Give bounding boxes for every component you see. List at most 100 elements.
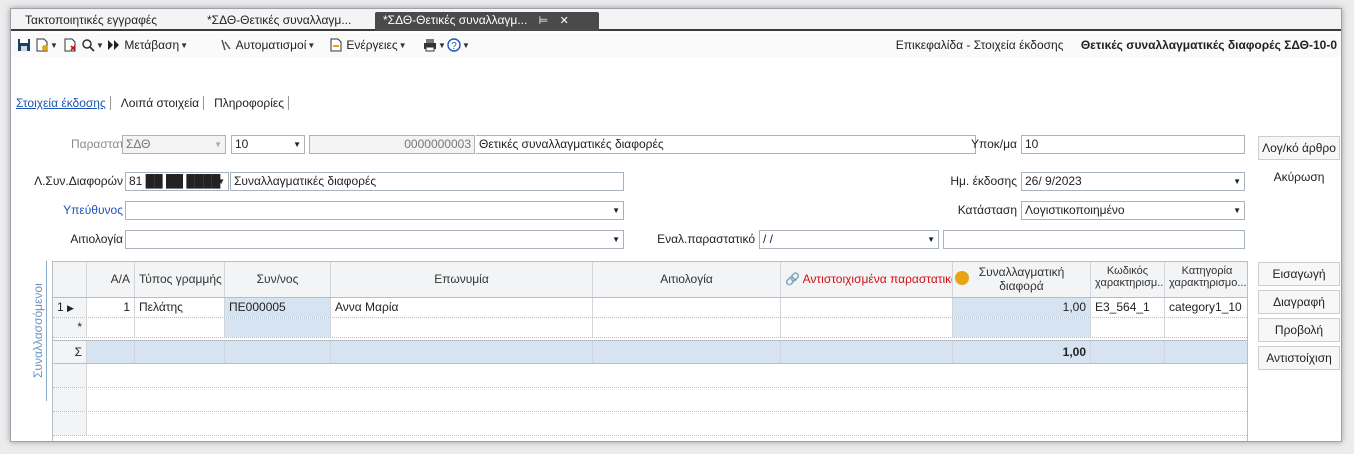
issue-date-field[interactable]: 26/ 9/2023 ▼ [1021, 172, 1245, 191]
pin-icon[interactable]: ⊨ [539, 15, 549, 27]
subtab-information[interactable]: Πληροφορίες [211, 96, 287, 110]
fx-account-label: Λ.Συν.Διαφορών [34, 174, 123, 188]
series-select[interactable]: 10 ▼ [231, 135, 305, 154]
cell-aa[interactable]: 1 [87, 298, 135, 317]
responsible-select[interactable]: ▼ [125, 201, 624, 220]
subtab-issue-details[interactable]: Στοιχεία έκδοσης [13, 96, 109, 110]
new-document-icon[interactable]: ▼ [35, 37, 58, 53]
cell-fx-diff[interactable]: 1,00 [953, 298, 1091, 317]
cell-partner[interactable]: ΠΕ000005 [225, 298, 331, 317]
branch-field[interactable]: 10 [1021, 135, 1245, 154]
header-row-num [53, 262, 87, 297]
fx-account-select[interactable]: 81 ██ ██ ████ ▼ [125, 172, 229, 191]
header-name[interactable]: Επωνυμία [331, 262, 593, 297]
new-cell-fx-diff[interactable] [953, 318, 1091, 337]
header-line-type[interactable]: Τύπος γραμμής [135, 262, 225, 297]
status-label: Κατάσταση [957, 203, 1017, 217]
new-cell-matched[interactable] [781, 318, 953, 337]
header-aa[interactable]: Α/Α [87, 262, 135, 297]
sum-marker: Σ [53, 341, 87, 363]
issue-date-value: 26/ 9/2023 [1025, 174, 1082, 188]
cell-code[interactable]: E3_564_1 [1091, 298, 1165, 317]
series-value: 10 [235, 137, 249, 151]
cell-category[interactable]: category1_10 [1165, 298, 1247, 317]
new-row-marker: * [53, 318, 87, 337]
cell-matched-docs[interactable] [781, 298, 953, 317]
new-cell-partner[interactable] [225, 318, 331, 337]
delete-button[interactable]: Διαγραφή [1258, 290, 1340, 314]
document-type-value: ΣΔΘ [126, 137, 151, 151]
partners-grid: Α/Α Τύπος γραμμής Συν/νος Επωνυμία Αιτιο… [52, 261, 1248, 441]
cell-name[interactable]: Αννα Μαρία [331, 298, 593, 317]
new-cell-reason[interactable] [593, 318, 781, 337]
insert-button[interactable]: Εισαγωγή [1258, 262, 1340, 286]
subtab-other-details[interactable]: Λοιπά στοιχεία [118, 96, 202, 110]
search-icon[interactable]: ▼ [81, 37, 104, 53]
alt-document-number[interactable] [943, 230, 1245, 249]
cell-reason[interactable] [593, 298, 781, 317]
sum-cell [225, 341, 331, 363]
empty-row [53, 388, 1247, 412]
new-cell-category[interactable] [1165, 318, 1247, 337]
view-button[interactable]: Προβολή [1258, 318, 1340, 342]
table-row[interactable]: 1 ▶ 1 Πελάτης ΠΕ000005 Αννα Μαρία 1,00 E… [53, 298, 1247, 318]
header-matched-docs[interactable]: 🔗 Αντιστοιχισμένα παραστατικά [781, 262, 953, 297]
header-code-line2: χαρακτηρισμ... [1095, 277, 1165, 289]
print-icon[interactable]: ▼ [423, 37, 446, 53]
journal-entry-button[interactable]: Λογ/κό άρθρο [1258, 136, 1340, 160]
tab-sdth-1[interactable]: *ΣΔΘ-Θετικές συναλλαγμ... [199, 12, 359, 31]
row-selector[interactable]: 1 ▶ [53, 298, 87, 317]
sum-fx-diff: 1,00 [953, 341, 1091, 363]
document-description-field[interactable]: Θετικές συναλλαγματικές διαφορές [476, 135, 976, 154]
empty-row [53, 364, 1247, 388]
delete-document-icon[interactable] [63, 37, 77, 53]
document-window: Τακτοποιητικές εγγραφές *ΣΔΘ-Θετικές συν… [10, 8, 1342, 442]
link-icon: 🔗 [785, 272, 800, 286]
sum-cell [1091, 341, 1165, 363]
issue-date-label: Ημ. έκδοσης [950, 174, 1017, 188]
empty-cell [53, 412, 87, 435]
match-button[interactable]: Αντιστοίχιση [1258, 346, 1340, 370]
header-category-line1: Κατηγορία [1181, 265, 1233, 277]
chevron-down-icon: ▼ [612, 235, 620, 244]
sub-tabs: Στοιχεία έκδοσης Λοιπά στοιχεία Πληροφορίε… [13, 93, 296, 113]
header-fx-diff[interactable]: Συναλλαγματική διαφορά [953, 262, 1091, 297]
save-icon[interactable] [17, 37, 31, 53]
tab-reconciling-entries[interactable]: Τακτοποιητικές εγγραφές [17, 12, 165, 31]
header-partner[interactable]: Συν/νος [225, 262, 331, 297]
header-section-label: Επικεφαλίδα - Στοιχεία έκδοσης [895, 38, 1064, 52]
grid-header-row: Α/Α Τύπος γραμμής Συν/νος Επωνυμία Αιτιο… [53, 262, 1247, 298]
new-row[interactable]: * [53, 318, 1247, 338]
chevron-down-icon: ▼ [612, 206, 620, 215]
document-title: Θετικές συναλλαγματικές διαφορές ΣΔΘ-10-… [1080, 38, 1337, 52]
goto-label: Μετάβαση [124, 38, 180, 52]
reason-select[interactable]: ▼ [125, 230, 624, 249]
header-code[interactable]: Κωδικός χαρακτηρισμ... [1091, 262, 1165, 297]
close-icon[interactable]: ✕ [560, 15, 569, 27]
new-cell-name[interactable] [331, 318, 593, 337]
status-select[interactable]: Λογιστικοποιημένο ▼ [1021, 201, 1245, 220]
cell-line-type[interactable]: Πελάτης [135, 298, 225, 317]
header-category[interactable]: Κατηγορία χαρακτηρισμο... [1165, 262, 1247, 297]
document-number-field: 0000000003 [309, 135, 475, 154]
cancel-button[interactable]: Ακύρωση [1258, 166, 1340, 190]
side-tab-partners[interactable]: Συναλλασσόμενοι [29, 261, 47, 401]
new-cell-line-type[interactable] [135, 318, 225, 337]
status-value: Λογιστικοποιημένο [1025, 203, 1125, 217]
row-number: 1 [57, 300, 64, 314]
alt-document-select[interactable]: / / ▼ [759, 230, 939, 249]
tab-sdth-active[interactable]: *ΣΔΘ-Θετικές συναλλαγμ... ⊨ ✕ [375, 12, 599, 31]
actions-button[interactable]: Ενέργειες▼ [329, 37, 407, 53]
sum-cell [331, 341, 593, 363]
automations-button[interactable]: Αυτοματισμοί▼ [219, 37, 315, 53]
new-cell-code[interactable] [1091, 318, 1165, 337]
document-type-select[interactable]: ΣΔΘ ▼ [122, 135, 226, 154]
alt-document-value: / / [763, 232, 774, 246]
new-cell-aa[interactable] [87, 318, 135, 337]
header-reason[interactable]: Αιτιολογία [593, 262, 781, 297]
chevron-down-icon: ▼ [927, 235, 935, 244]
chevron-down-icon: ▼ [217, 177, 225, 186]
help-icon[interactable]: ? ▼ [447, 37, 470, 53]
goto-button[interactable]: Μετάβαση▼ [107, 37, 188, 53]
fx-account-description: Συναλλαγματικές διαφορές [230, 172, 624, 191]
